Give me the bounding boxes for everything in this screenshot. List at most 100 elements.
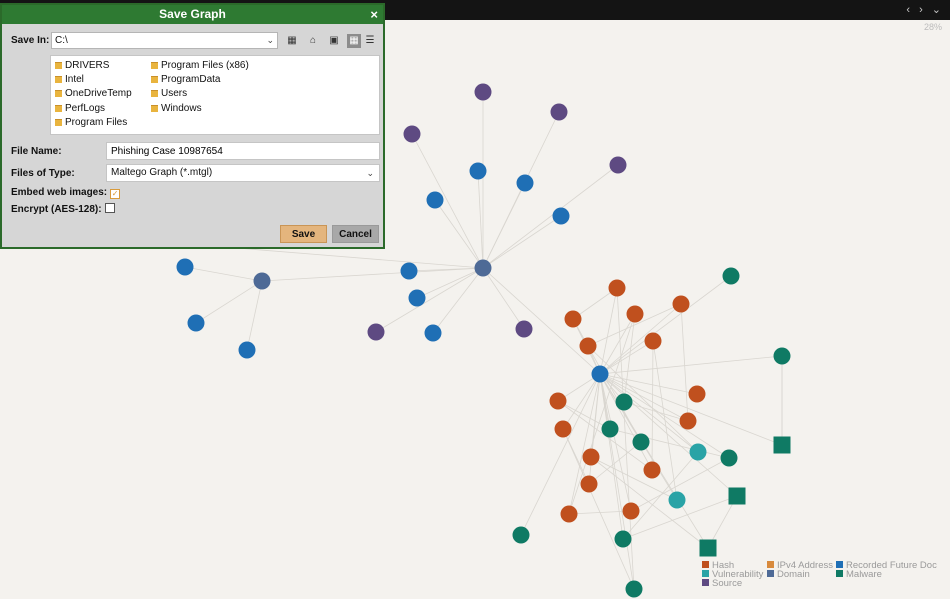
new-folder-icon[interactable]: ▣ [327, 34, 341, 48]
graph-node-malware[interactable] [773, 436, 791, 454]
dialog-titlebar[interactable]: Save Graph × [2, 5, 383, 24]
graph-edge [482, 164, 619, 269]
folder-icon [151, 76, 158, 83]
file-name: Windows [161, 103, 202, 114]
list-item[interactable]: ProgramData [151, 74, 220, 85]
graph-node-hash[interactable] [688, 385, 706, 403]
graph-node-hash[interactable] [679, 412, 697, 430]
graph-node-source[interactable] [550, 103, 568, 121]
graph-node-malware[interactable] [773, 347, 791, 365]
graph-node-malware[interactable] [720, 449, 738, 467]
file-list[interactable]: DRIVERS Intel OneDriveTemp PerfLogs Prog… [50, 55, 380, 135]
graph-node-source[interactable] [474, 83, 492, 101]
graph-node-hash[interactable] [672, 295, 690, 313]
graph-node-malware[interactable] [615, 393, 633, 411]
legend-label: Domain [777, 569, 810, 580]
save-in-dropdown[interactable]: C:\ ⌄ [51, 32, 278, 49]
graph-node-doc[interactable] [469, 162, 487, 180]
graph-node-source[interactable] [609, 156, 627, 174]
embed-images-checkbox[interactable]: ✓ [110, 189, 121, 199]
graph-node-doc[interactable] [426, 191, 444, 209]
graph-node-hash[interactable] [643, 461, 661, 479]
save-graph-dialog: Save Graph × Save In: C:\ ⌄ ▦ ⌂ ▣ ▦ ☰ DR… [0, 3, 385, 249]
graph-edge [680, 303, 689, 422]
graph-node-malware[interactable] [632, 433, 650, 451]
graph-node-malware[interactable] [614, 530, 632, 548]
details-view-icon[interactable]: ☰ [363, 34, 377, 48]
graph-node-hash[interactable] [579, 337, 597, 355]
legend-swatch [767, 570, 774, 577]
graph-node-hash[interactable] [554, 420, 572, 438]
graph-edge [482, 215, 562, 269]
file-name: ProgramData [161, 74, 221, 85]
graph-node-hash[interactable] [582, 448, 600, 466]
graph-node-doc[interactable] [400, 262, 418, 280]
graph-edge [246, 280, 263, 351]
graph-node-hash[interactable] [564, 310, 582, 328]
file-name: Users [161, 88, 188, 99]
list-item[interactable]: PerfLogs [55, 103, 105, 114]
cancel-button[interactable]: Cancel [332, 225, 379, 243]
embed-images-label: Embed web images: [11, 187, 108, 198]
graph-node-source[interactable] [515, 320, 533, 338]
graph-node-source[interactable] [367, 323, 385, 341]
close-icon[interactable]: × [370, 5, 378, 24]
home-folder-icon[interactable]: ⌂ [306, 34, 320, 48]
list-item[interactable]: Program Files [55, 117, 127, 128]
encrypt-label: Encrypt (AES-128): [11, 204, 102, 215]
graph-node-malware[interactable] [728, 487, 746, 505]
graph-node-hash[interactable] [626, 305, 644, 323]
folder-icon [55, 62, 62, 69]
encrypt-checkbox[interactable] [104, 203, 115, 213]
save-in-label: Save In: [11, 35, 50, 46]
graph-node-doc[interactable] [408, 289, 426, 307]
graph-node-doc[interactable] [238, 341, 256, 359]
nav-arrows-icon[interactable]: ‹ › ⌄ [906, 3, 944, 16]
graph-node-hash[interactable] [580, 475, 598, 493]
save-button[interactable]: Save [280, 225, 327, 243]
file-type-dropdown[interactable]: Maltego Graph (*.mtgl) ⌄ [106, 164, 380, 182]
graph-node-doc[interactable] [516, 174, 534, 192]
list-item[interactable]: Intel [55, 74, 84, 85]
graph-edge [588, 373, 601, 485]
graph-node-domain[interactable] [474, 259, 492, 277]
list-item[interactable]: Windows [151, 103, 202, 114]
graph-node-malware[interactable] [625, 580, 643, 598]
graph-node-malware[interactable] [512, 526, 530, 544]
list-item[interactable]: OneDriveTemp [55, 88, 132, 99]
file-name-input[interactable] [106, 142, 380, 160]
graph-node-hash[interactable] [549, 392, 567, 410]
graph-node-hash[interactable] [560, 505, 578, 523]
graph-node-hash[interactable] [622, 502, 640, 520]
graph-node-source[interactable] [403, 125, 421, 143]
legend-item-source: Source [702, 579, 742, 589]
list-item[interactable]: DRIVERS [55, 60, 109, 71]
graph-node-hash[interactable] [608, 279, 626, 297]
file-name-label: File Name: [11, 146, 62, 157]
graph-node-malware[interactable] [722, 267, 740, 285]
graph-node-doc[interactable] [176, 258, 194, 276]
file-name: Program Files (x86) [161, 60, 249, 71]
graph-node-doc[interactable] [552, 207, 570, 225]
list-view-icon[interactable]: ▦ [347, 34, 361, 48]
list-item[interactable]: Program Files (x86) [151, 60, 249, 71]
graph-node-domain[interactable] [253, 272, 271, 290]
graph-edge [568, 373, 601, 515]
graph-node-vuln[interactable] [668, 491, 686, 509]
graph-node-malware[interactable] [699, 539, 717, 557]
graph-edge [599, 355, 783, 375]
graph-node-doc[interactable] [424, 324, 442, 342]
up-folder-icon[interactable]: ▦ [285, 34, 299, 48]
graph-edge [609, 428, 730, 459]
graph-edge [434, 199, 484, 269]
legend-label: Malware [846, 569, 882, 580]
graph-node-hash[interactable] [644, 332, 662, 350]
save-in-value: C:\ [55, 35, 68, 46]
list-item[interactable]: Users [151, 88, 187, 99]
graph-node-malware[interactable] [601, 420, 619, 438]
graph-node-doc[interactable] [187, 314, 205, 332]
graph-node-doc[interactable] [591, 365, 609, 383]
legend-swatch [836, 561, 843, 568]
graph-edge [651, 340, 654, 471]
graph-node-vuln[interactable] [689, 443, 707, 461]
